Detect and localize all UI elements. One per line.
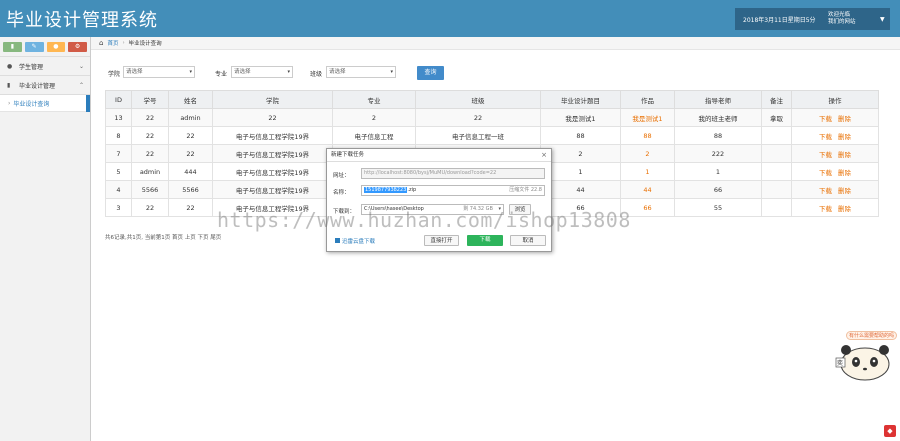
delete-link[interactable]: 删除 [838, 151, 851, 159]
work-link[interactable]: 2 [620, 144, 675, 163]
panda-widget[interactable]: 奕 [834, 336, 896, 382]
download-link[interactable]: 下载 [819, 187, 832, 195]
sidebar: ▮ ✎ ● ⚙ ● 学生管理 ⌄ ▮ 毕业设计管理 ⌃ › 毕业设计查询 [0, 37, 91, 441]
filename-field[interactable]: 1519877938223.zip 压缩文件 22.8 [361, 185, 545, 196]
table-row: 13 22 admin 22 2 22 我是测试1 我是测试1 我的班主老师 拿… [105, 108, 879, 127]
table-row: 8 22 22 电子与信息工程学院19界 电子信息工程 电子信息工程一班 88 … [105, 126, 879, 145]
user-greeting: 欢迎光临 [828, 12, 851, 18]
download-link[interactable]: 下载 [819, 133, 832, 141]
delete-link[interactable]: 删除 [838, 169, 851, 177]
app-corner-icon[interactable]: ◆ [884, 425, 896, 437]
pencil-icon[interactable]: ✎ [24, 41, 44, 52]
breadcrumb: ⌂ 首页 › 毕业设计查询 [91, 37, 900, 50]
college-label: 学院 [108, 71, 121, 78]
sidebar-item-design-management[interactable]: ▮ 毕业设计管理 ⌃ [0, 76, 90, 95]
user-name: 我们的网站 [828, 19, 856, 25]
open-directly-button[interactable]: 直接打开 [424, 235, 459, 246]
thunder-cloud-link[interactable]: 迅雷云盘下载 [335, 237, 375, 245]
active-indicator [86, 95, 90, 112]
close-icon[interactable]: × [541, 149, 547, 162]
chevron-down-icon: ⌄ [78, 62, 84, 70]
column-header: 作品 [620, 90, 675, 109]
chevron-down-icon: ▾ [390, 69, 393, 75]
app-title: 毕业设计管理系统 [6, 10, 158, 31]
cogs-icon[interactable]: ⚙ [68, 41, 87, 52]
sidebar-item-student-management[interactable]: ● 学生管理 ⌄ [0, 57, 90, 76]
delete-link[interactable]: 删除 [838, 133, 851, 141]
cloud-icon [335, 238, 340, 243]
bookmark-icon: ▮ [7, 81, 11, 89]
column-header: 学号 [131, 90, 169, 109]
url-label: 网址： [333, 173, 350, 179]
user-menu[interactable]: 2018年3月11日星期日5分 欢迎光临 我们的网站 ▼ [735, 8, 890, 30]
dialog-title: 新建下载任务 [331, 152, 365, 158]
pagination[interactable]: 共6记录,共1页, 当前第1页 首页 上页 下页 尾页 [105, 233, 221, 241]
top-navbar: 毕业设计管理系统 2018年3月11日星期日5分 欢迎光临 我们的网站 ▼ [0, 0, 900, 37]
delete-link[interactable]: 删除 [838, 205, 851, 213]
breadcrumb-separator: › [122, 40, 125, 46]
panda-badge-text: 奕 [837, 360, 844, 367]
class-label: 班级 [310, 71, 323, 78]
chevron-down-icon: ▾ [189, 69, 192, 75]
sidebar-subitem-design-query[interactable]: › 毕业设计查询 [0, 95, 90, 112]
download-link[interactable]: 下载 [819, 205, 832, 213]
delete-link[interactable]: 删除 [838, 187, 851, 195]
caret-down-icon[interactable]: ▼ [880, 16, 885, 23]
work-link[interactable]: 44 [620, 180, 675, 199]
work-link[interactable]: 我是测试1 [620, 108, 675, 127]
cancel-button[interactable]: 取消 [510, 235, 546, 246]
user-icon: ● [7, 62, 13, 70]
major-label: 专业 [215, 71, 228, 78]
url-field[interactable]: http://localhost:8080/bysj/MuMU/download… [361, 168, 545, 179]
work-link[interactable]: 88 [620, 126, 675, 145]
signal-icon[interactable]: ▮ [3, 41, 22, 52]
column-header: 指导老师 [674, 90, 762, 109]
breadcrumb-current: 毕业设计查询 [128, 41, 162, 47]
file-size-text: 压缩文件 22.8 [509, 187, 542, 193]
column-header: 专业 [332, 90, 416, 109]
column-header: 班级 [415, 90, 541, 109]
panda-icon [835, 345, 890, 381]
column-header: 姓名 [168, 90, 213, 109]
chevron-down-icon: ▾ [287, 69, 290, 75]
column-header: 毕业设计题目 [540, 90, 621, 109]
download-link[interactable]: 下载 [819, 115, 832, 123]
users-icon[interactable]: ● [46, 41, 66, 52]
watermark: https://www.huzhan.com/ishop13808 [217, 208, 631, 232]
chevron-right-icon: › [8, 99, 11, 107]
datetime-text: 2018年3月11日星期日5分 [743, 16, 816, 24]
chevron-up-icon: ⌃ [78, 81, 84, 89]
query-button[interactable]: 查询 [417, 66, 444, 80]
major-select[interactable]: 请选择 ▾ [231, 66, 293, 78]
sidebar-shortcuts: ▮ ✎ ● ⚙ [0, 37, 90, 57]
college-select[interactable]: 请选择 ▾ [123, 66, 195, 78]
class-select[interactable]: 请选择 ▾ [326, 66, 396, 78]
name-label: 名称： [333, 190, 350, 196]
work-link[interactable]: 1 [620, 162, 675, 181]
column-header: 备注 [761, 90, 792, 109]
table-header: ID 学号 姓名 学院 专业 班级 毕业设计题目 作品 指导老师 备注 操作 [105, 90, 879, 109]
download-link[interactable]: 下载 [819, 169, 832, 177]
breadcrumb-home[interactable]: 首页 [107, 39, 118, 47]
column-header: 操作 [791, 90, 879, 109]
download-link[interactable]: 下载 [819, 151, 832, 159]
column-header: 学院 [212, 90, 333, 109]
home-icon: ⌂ [99, 39, 104, 47]
download-button[interactable]: 下载 [467, 235, 503, 246]
delete-link[interactable]: 删除 [838, 115, 851, 123]
column-header: ID [105, 90, 132, 109]
download-dialog: 新建下载任务 × 网址： http://localhost:8080/bysj/… [326, 148, 552, 252]
